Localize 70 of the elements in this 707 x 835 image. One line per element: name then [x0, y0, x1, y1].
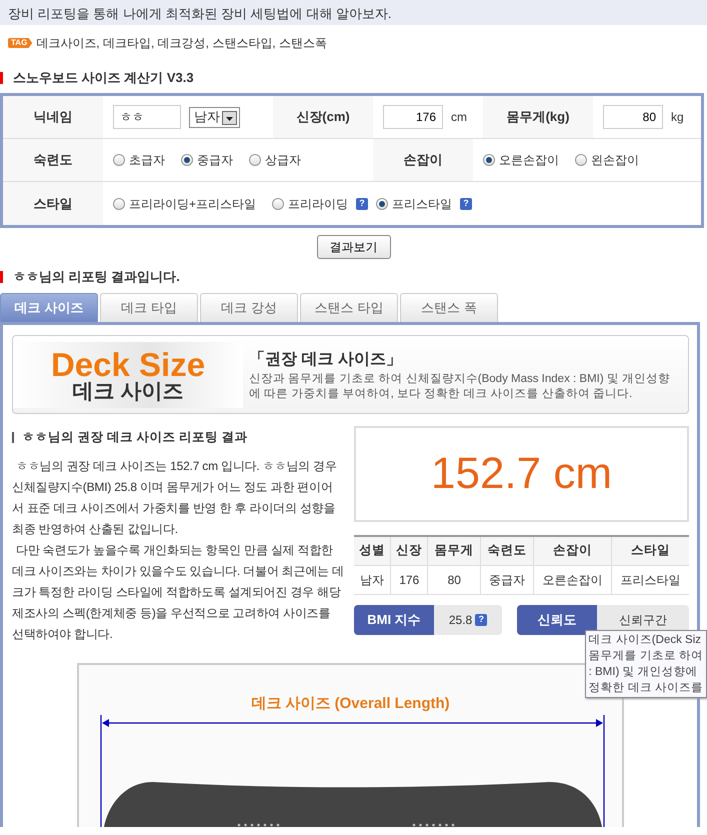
result-paragraph: 다만 숙련도가 높을수록 개인화되는 항목인 만큼 실제 적합한 데크 사이즈와는 차이가 있을수도 있습니다. 더불어 최근에는 데크가 특정한 라이딩 스타일에 적합하도록 설계되어진 경우 해당 제조사의 스펙(한계체중 등)을 우선적으로 고려하여 사이즈를 선택하여야 합니다. — [12, 542, 344, 643]
radio-option[interactable]: 초급자 — [113, 151, 165, 169]
table-cell: 176 — [390, 565, 428, 594]
table-cell: 프리스타일 — [612, 565, 689, 594]
radio-option[interactable]: 오른손잡이 — [483, 151, 559, 169]
page-title: 장비 리포팅을 통해 나에게 최적화된 장비 세팅법에 대해 알아보자. — [0, 0, 707, 25]
radio-button[interactable] — [113, 198, 125, 210]
table-cell: 오른손잡이 — [533, 565, 612, 594]
banner-description: 신장과 몸무게를 기초로 하여 신체질량지수(Body Mass Index : BMI) 및 개인성향에 따른 가중치를 부여하여, 보다 정확한 데크 사이즈를 산출하여 줍니다. — [249, 372, 672, 402]
radio-option[interactable]: 상급자 — [249, 151, 301, 169]
tab[interactable]: 스탠스 폭 — [400, 293, 498, 322]
radio-button[interactable] — [272, 198, 284, 210]
banner-heading: 「권장 데크 사이즈」 — [249, 350, 403, 370]
field-label: 숙련도 — [3, 139, 103, 181]
column-header: 몸무게 — [428, 536, 481, 565]
unit-label: cm — [451, 109, 467, 126]
result-button[interactable]: 결과보기 — [316, 235, 390, 259]
radio-button[interactable] — [483, 154, 495, 166]
radio-option[interactable]: 중급자 — [181, 151, 233, 169]
table-cell: 80 — [428, 565, 481, 594]
dimension-label: 데크 사이즈 (Overall Length) — [250, 694, 451, 713]
gender-select[interactable]: 남자 — [189, 106, 240, 128]
tab[interactable]: 스탠스 타입 — [300, 293, 398, 322]
result-paragraph: ㅎㅎ님의 권장 데크 사이즈는 152.7 cm 입니다. ㅎㅎ님의 경우 신체질량지수(BMI) 25.8 이며 몸무게가 어느 정도 과한 편이어서 표준 데크 사이즈에서 가중치를 반영 한 후 라이더의 성향을 최종 반영하여 산출된 값입니다. — [12, 458, 338, 538]
field-label: 스타일 — [3, 182, 103, 225]
radio-button[interactable] — [113, 154, 125, 166]
logo-title: Deck Size — [50, 348, 206, 380]
tab[interactable]: 데크 강성 — [200, 293, 298, 322]
reliability-value: 신뢰구간 — [619, 612, 668, 628]
weight-field[interactable]: 80 — [603, 105, 663, 129]
radio-option[interactable]: 왼손잡이 — [575, 151, 639, 169]
radio-button[interactable] — [181, 154, 193, 166]
tag-badge: TAG — [8, 38, 32, 48]
table-cell: 중급자 — [480, 565, 534, 594]
column-header: 스타일 — [612, 536, 689, 565]
column-header: 신장 — [390, 536, 428, 565]
tooltip-line: 몸무게를 기초로 하여 — [588, 648, 703, 664]
tooltip-line: : BMI) 및 개인성향에 — [588, 664, 699, 680]
radio-button[interactable] — [575, 154, 587, 166]
section-heading: ㅎㅎ님의 리포팅 결과입니다. — [0, 271, 707, 283]
field-label: 신장(cm) — [273, 96, 373, 138]
tooltip-line: 정확한 데크 사이즈를 — [588, 680, 703, 696]
tooltip-line: 데크 사이즈(Deck Siz — [588, 632, 702, 648]
reliability-label: 신뢰도 — [517, 604, 598, 634]
result-subtitle: ㅎㅎ님의 권장 데크 사이즈 리포팅 결과 — [22, 429, 248, 446]
bmi-value: 25.8 — [448, 612, 472, 628]
field-label: 몸무게(kg) — [483, 96, 593, 138]
bmi-label: BMI 지수 — [354, 604, 434, 634]
help-icon[interactable]: ? — [460, 198, 472, 210]
field-label: 손잡이 — [373, 139, 473, 181]
radio-option[interactable]: 프리라이딩 — [272, 194, 348, 212]
unit-label: kg — [671, 109, 684, 126]
radio-option[interactable]: 프리라이딩+프리스타일 — [113, 194, 256, 212]
radio-button[interactable] — [376, 198, 388, 210]
section-heading: 스노우보드 사이즈 계산기 V3.3 — [0, 72, 707, 84]
table-cell: 남자 — [354, 565, 391, 594]
logo-subtitle: 데크 사이즈 — [72, 380, 184, 402]
help-icon[interactable]: ? — [475, 614, 488, 626]
help-icon[interactable]: ? — [356, 198, 368, 210]
column-header: 손잡이 — [533, 536, 612, 565]
nickname-field[interactable]: ㅎㅎ — [113, 105, 181, 129]
column-header: 숙련도 — [480, 536, 534, 565]
height-field[interactable]: 176 — [383, 105, 443, 129]
radio-button[interactable] — [249, 154, 261, 166]
size-value: 152.7 cm — [354, 426, 689, 522]
radio-option[interactable]: 프리스타일 — [376, 194, 452, 212]
field-label: 닉네임 — [3, 96, 103, 138]
column-header: 성별 — [354, 536, 391, 565]
tag-list: 데크사이즈, 데크타입, 데크강성, 스탠스타입, 스탠스폭 — [36, 34, 327, 52]
tab[interactable]: 데크 타입 — [100, 293, 198, 322]
